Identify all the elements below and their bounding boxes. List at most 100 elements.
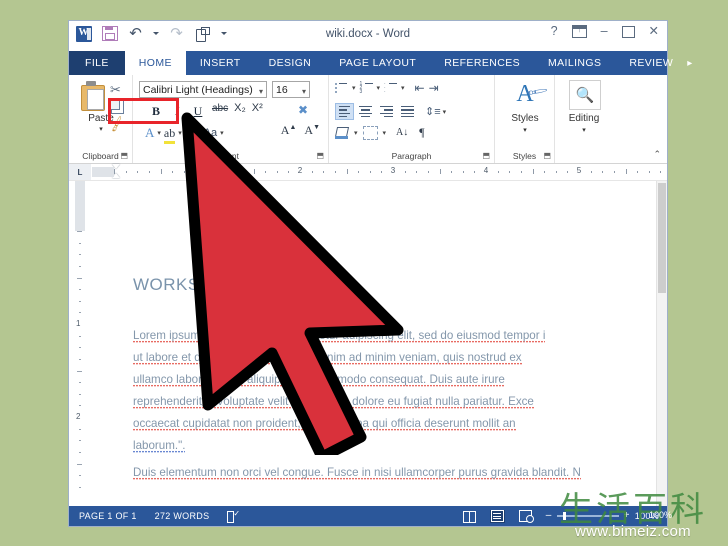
view-print-layout-button[interactable]	[489, 509, 505, 523]
document-page[interactable]: WORKS CITED Lorem ipsum dolor sit amet, …	[91, 181, 667, 506]
vruler-tick	[79, 242, 81, 244]
cut-icon[interactable]: ✂	[110, 82, 121, 98]
view-read-mode-button[interactable]	[462, 510, 477, 523]
paste-icon[interactable]	[79, 81, 105, 111]
borders-icon[interactable]	[362, 125, 378, 140]
styles-dropdown-icon[interactable]: ▾	[495, 126, 555, 134]
page-count-label[interactable]: PAGE 1 OF 1	[79, 511, 137, 521]
text-effects-icon[interactable]: A	[145, 125, 154, 141]
close-button[interactable]: ✕	[649, 25, 659, 38]
strikethrough-button[interactable]: abc	[212, 103, 228, 114]
tab-stop-selector[interactable]: L	[69, 164, 92, 180]
tab-home[interactable]: HOME	[124, 51, 186, 75]
vertical-scrollbar[interactable]	[656, 181, 667, 506]
tab-file[interactable]: FILE	[69, 51, 125, 75]
editing-button-label[interactable]: Editing	[555, 113, 613, 124]
document-area: 12 WORKS CITED Lorem ipsum dolor sit ame…	[69, 181, 667, 506]
vruler-tick	[79, 428, 81, 430]
justify-button[interactable]	[398, 103, 417, 120]
ruler-tick	[497, 171, 499, 173]
font-size-dropdown-icon[interactable]: ▾	[302, 87, 306, 96]
zoom-slider[interactable]	[556, 512, 619, 521]
underline-button[interactable]: U	[188, 102, 208, 121]
styles-dialog-launcher[interactable]: ⬒	[543, 151, 551, 160]
decrease-indent-icon[interactable]: ⇤	[415, 81, 425, 95]
page-sheet[interactable]: WORKS CITED Lorem ipsum dolor sit amet, …	[91, 181, 657, 506]
line-spacing-icon[interactable]: ⇕≡ ▾	[425, 105, 446, 118]
shading-icon[interactable]	[335, 126, 349, 139]
tab-references[interactable]: REFERENCES	[430, 51, 534, 75]
minimize-button[interactable]: –	[601, 25, 608, 38]
font-dialog-launcher[interactable]: ⬒	[316, 151, 324, 160]
font-color-icon[interactable]: A	[184, 125, 198, 144]
font-name-input[interactable]: Calibri Light (Headings) ▾	[139, 81, 267, 98]
vertical-ruler[interactable]: 12	[69, 181, 91, 506]
zoom-slider-thumb[interactable]	[562, 512, 566, 521]
ribbon-tabs: FILE HOME INSERT DESIGN PAGE LAYOUT REFE…	[69, 51, 692, 75]
editing-icon[interactable]: 🔍	[569, 80, 601, 110]
doc-line-7: Duis elementum non orci vel congue. Fusc…	[133, 466, 581, 480]
ruler-tick	[590, 171, 592, 173]
bold-italic-underline-highlight-box	[108, 98, 179, 124]
superscript-button[interactable]: X²	[252, 102, 263, 114]
tab-review[interactable]: REVIEW	[615, 51, 687, 75]
maximize-button[interactable]	[621, 25, 635, 38]
numbering-icon[interactable]: 123	[360, 81, 373, 94]
borders-dropdown-icon[interactable]: ▾	[383, 129, 387, 137]
zoom-control[interactable]: – + 100%	[546, 511, 659, 522]
tab-design[interactable]: DESIGN	[255, 51, 326, 75]
grow-font-icon[interactable]: A▲	[281, 123, 297, 138]
horizontal-ruler[interactable]: 2 3 4 5	[92, 164, 667, 180]
word-count-label[interactable]: 272 WORDS	[155, 511, 210, 521]
ruler-tick	[427, 171, 429, 173]
ruler-tick	[544, 171, 546, 173]
tab-insert[interactable]: INSERT	[186, 51, 255, 75]
styles-button-label[interactable]: Styles	[495, 113, 555, 124]
text-effects-dropdown-icon[interactable]: ▾	[157, 129, 161, 137]
align-center-button[interactable]	[356, 103, 375, 120]
ruler-number: 5	[576, 166, 582, 175]
align-right-button[interactable]	[377, 103, 396, 120]
change-case-icon[interactable]: Aa	[204, 127, 217, 139]
proofing-errors-icon[interactable]	[227, 509, 240, 523]
highlight-dropdown-icon[interactable]: ▾	[178, 129, 182, 137]
paragraph-row-three: ▾ ▾ A↓ ¶	[335, 125, 425, 140]
font-size-input[interactable]: 16 ▾	[272, 81, 310, 98]
vruler-tick	[79, 254, 81, 256]
zoom-out-button[interactable]: –	[546, 511, 552, 521]
ribbon-display-options-icon[interactable]	[571, 25, 587, 38]
tab-page-layout[interactable]: PAGE LAYOUT	[325, 51, 430, 75]
tabs-overflow-icon[interactable]: ▸	[687, 51, 697, 75]
change-case-dropdown-icon[interactable]: ▾	[220, 129, 224, 137]
help-icon[interactable]: ?	[551, 25, 558, 38]
font-name-dropdown-icon[interactable]: ▾	[259, 87, 263, 96]
zoom-in-button[interactable]: +	[624, 511, 630, 521]
tab-mailings[interactable]: MAILINGS	[534, 51, 615, 75]
bullets-icon[interactable]	[335, 82, 348, 94]
paragraph-dialog-launcher[interactable]: ⬒	[482, 151, 490, 160]
scrollbar-thumb[interactable]	[658, 183, 666, 293]
shading-dropdown-icon[interactable]: ▾	[354, 129, 358, 137]
subscript-button[interactable]: X₂	[234, 102, 246, 114]
align-left-button[interactable]	[335, 103, 354, 120]
numbering-dropdown-icon[interactable]: ▾	[377, 84, 381, 92]
shrink-font-icon[interactable]: A▼	[304, 123, 320, 138]
increase-indent-icon[interactable]: ⇥	[429, 81, 439, 95]
font-color-dropdown-icon[interactable]: ▾	[197, 129, 201, 137]
bullets-dropdown-icon[interactable]: ▾	[352, 84, 356, 92]
view-web-layout-button[interactable]	[518, 510, 534, 523]
multilevel-dropdown-icon[interactable]: ▾	[401, 84, 405, 92]
show-formatting-marks-icon[interactable]: ¶	[419, 125, 424, 140]
ruler-right-margin[interactable]	[92, 167, 110, 177]
editing-dropdown-icon[interactable]: ▾	[555, 126, 613, 134]
zoom-level-label[interactable]: 100%	[635, 511, 659, 521]
collapse-ribbon-icon[interactable]: ⌃	[653, 149, 661, 160]
font-name-value: Calibri Light (Headings)	[143, 83, 253, 96]
sort-icon[interactable]: A↓	[396, 127, 408, 138]
multilevel-list-icon[interactable]: · · ·	[384, 81, 398, 94]
clear-formatting-icon[interactable]: ✖	[298, 103, 308, 117]
vruler-top-margin[interactable]	[75, 181, 85, 231]
clipboard-dialog-launcher[interactable]: ⬒	[120, 151, 128, 160]
ruler-tick	[241, 171, 243, 173]
text-highlight-icon[interactable]: ab	[163, 126, 176, 144]
